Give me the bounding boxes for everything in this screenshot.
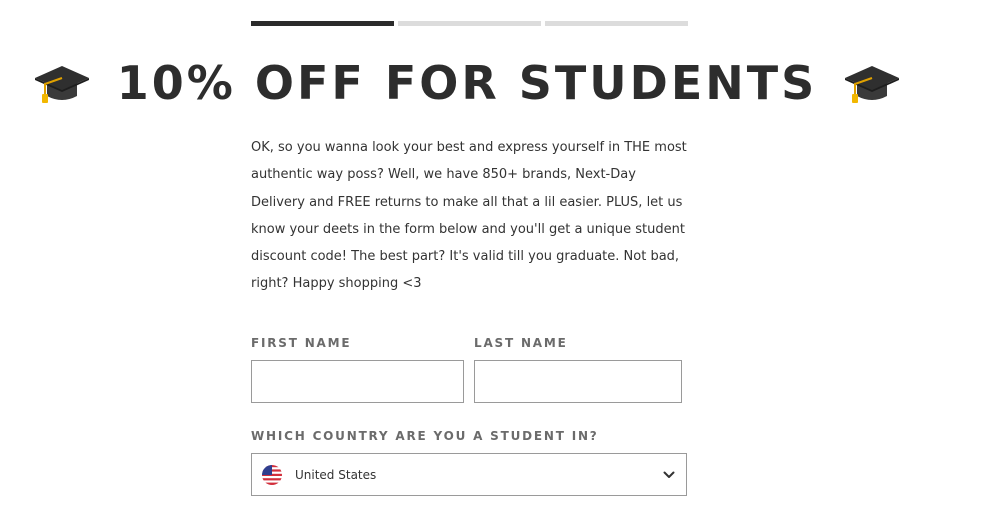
chevron-down-icon xyxy=(663,471,675,478)
intro-paragraph: OK, so you wanna look your best and expr… xyxy=(251,140,687,292)
progress-step-2 xyxy=(398,21,541,26)
page-heading: 10% OFF FOR STUDENTS xyxy=(0,52,934,114)
last-name-input[interactable] xyxy=(474,360,682,403)
graduation-cap-icon xyxy=(34,66,89,103)
first-name-label: FIRST NAME xyxy=(251,336,352,350)
country-select[interactable]: United States xyxy=(251,453,687,496)
student-discount-page: 10% OFF FOR STUDENTS OK, so you wanna lo… xyxy=(0,0,1000,522)
graduation-cap-icon xyxy=(845,66,900,103)
progress-step-3 xyxy=(545,21,688,26)
first-name-input[interactable] xyxy=(251,360,464,403)
country-label: WHICH COUNTRY ARE YOU A STUDENT IN? xyxy=(251,429,599,443)
progress-step-1 xyxy=(251,21,394,26)
country-select-value: United States xyxy=(295,467,377,482)
page-title: 10% OFF FOR STUDENTS xyxy=(116,56,818,110)
us-flag-icon xyxy=(262,464,282,485)
progress-steps xyxy=(251,21,688,26)
last-name-label: LAST NAME xyxy=(474,336,568,350)
